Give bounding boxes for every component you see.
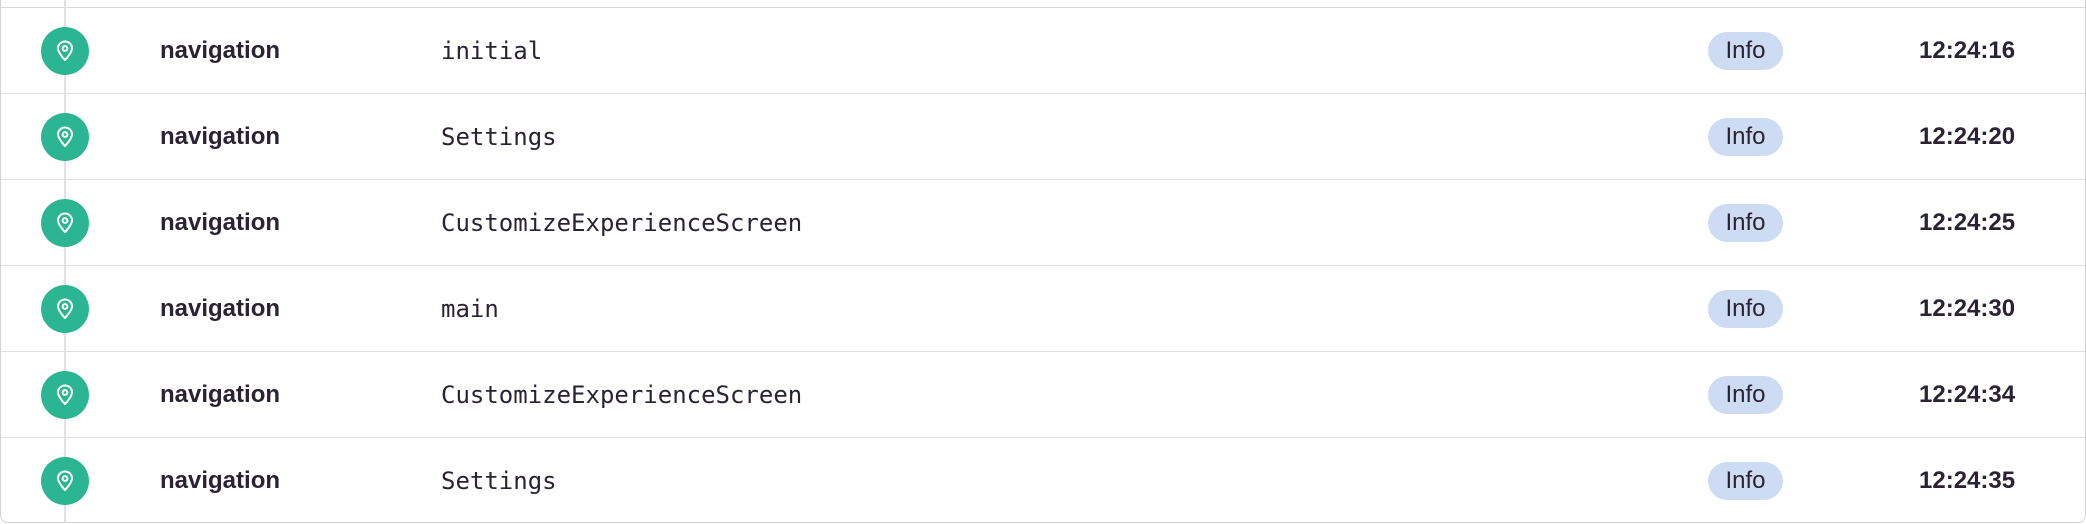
location-pin-icon bbox=[41, 199, 89, 247]
breadcrumb-timestamp: 12:24:30 bbox=[1919, 295, 2016, 322]
location-pin-icon bbox=[41, 371, 89, 419]
breadcrumb-category: navigation bbox=[160, 37, 281, 64]
breadcrumb-category: navigation bbox=[160, 209, 281, 236]
breadcrumb-timestamp: 12:24:34 bbox=[1919, 381, 2016, 408]
level-badge: Info bbox=[1708, 462, 1783, 500]
location-pin-icon bbox=[41, 285, 89, 333]
location-pin-icon bbox=[41, 457, 89, 505]
level-badge: Info bbox=[1708, 118, 1783, 156]
breadcrumb-row: navigation initial Info 12:24:16 bbox=[1, 8, 2085, 94]
breadcrumb-message: main bbox=[441, 295, 499, 323]
breadcrumb-message: initial bbox=[441, 37, 543, 65]
level-badge: Info bbox=[1708, 32, 1783, 70]
breadcrumb-timestamp: 12:24:20 bbox=[1919, 123, 2016, 150]
breadcrumb-row: navigation CustomizeExperienceScreen Inf… bbox=[1, 352, 2085, 438]
breadcrumb-row: navigation CustomizeExperienceScreen Inf… bbox=[1, 180, 2085, 266]
breadcrumb-row: navigation Settings Info 12:24:35 bbox=[1, 438, 2085, 522]
breadcrumb-message: CustomizeExperienceScreen bbox=[441, 209, 803, 237]
level-badge: Info bbox=[1708, 204, 1783, 242]
breadcrumb-category: navigation bbox=[160, 467, 281, 494]
level-badge: Info bbox=[1708, 290, 1783, 328]
location-pin-icon bbox=[41, 113, 89, 161]
breadcrumb-message: Settings bbox=[441, 123, 557, 151]
breadcrumb-timestamp: 12:24:35 bbox=[1919, 467, 2016, 494]
breadcrumb-timestamp: 12:24:25 bbox=[1919, 209, 2016, 236]
breadcrumb-message: Settings bbox=[441, 467, 557, 495]
level-badge: Info bbox=[1708, 376, 1783, 414]
breadcrumbs-panel: navigation initial Info 12:24:16 navigat… bbox=[0, 0, 2086, 523]
breadcrumb-category: navigation bbox=[160, 381, 281, 408]
breadcrumb-timestamp: 12:24:16 bbox=[1919, 37, 2016, 64]
breadcrumb-message: CustomizeExperienceScreen bbox=[441, 381, 803, 409]
breadcrumb-row: navigation Settings Info 12:24:20 bbox=[1, 94, 2085, 180]
breadcrumb-category: navigation bbox=[160, 123, 281, 150]
breadcrumb-row: navigation main Info 12:24:30 bbox=[1, 266, 2085, 352]
breadcrumb-category: navigation bbox=[160, 295, 281, 322]
location-pin-icon bbox=[41, 27, 89, 75]
panel-top-divider bbox=[1, 0, 2085, 8]
